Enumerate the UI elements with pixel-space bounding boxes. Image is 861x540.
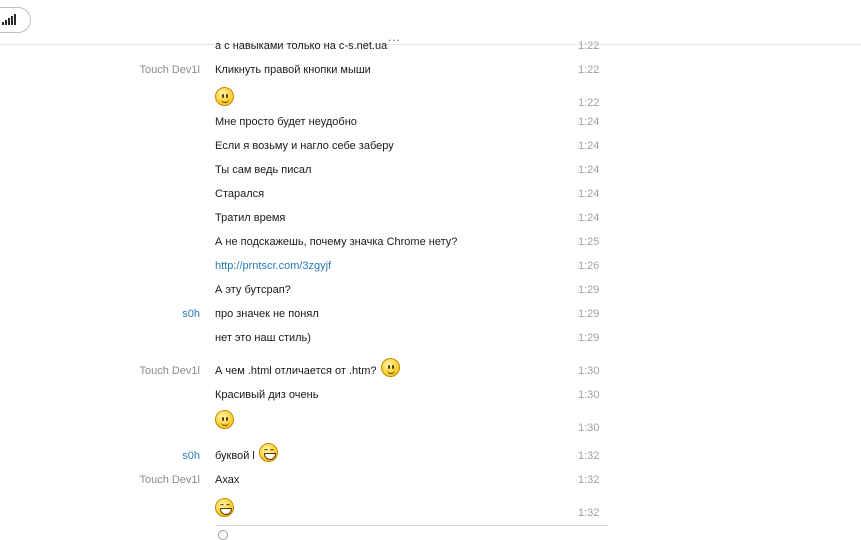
message-timestamp: 1:29 xyxy=(578,284,600,296)
message-timestamp: 1:32 xyxy=(578,507,600,519)
message-timestamp: 1:24 xyxy=(578,116,600,128)
message-text: Красивый диз очень xyxy=(215,389,318,401)
sender-name[interactable]: Touch Dev1l xyxy=(80,365,200,377)
message-body: про значек не понял xyxy=(215,308,319,320)
message-body: буквой l xyxy=(215,450,255,462)
message-timestamp: 1:30 xyxy=(578,422,600,434)
message-timestamp: 1:24 xyxy=(578,140,600,152)
message-body: нет это наш стиль) xyxy=(215,332,311,344)
emoticon-picker-icon[interactable] xyxy=(218,530,228,540)
message-text: А эту бутсрап? xyxy=(215,284,291,296)
message-body: Ты сам ведь писал xyxy=(215,164,312,176)
message-body: Красивый диз очень xyxy=(215,389,319,401)
message-body: А чем .html отличается от .htm? xyxy=(215,365,377,377)
message-timestamp: 1:29 xyxy=(578,332,600,344)
sender-name[interactable]: s0h xyxy=(80,308,200,320)
message-text: Если я возьму и нагло себе заберу xyxy=(215,140,394,152)
message-body: Если я возьму и нагло себе заберу xyxy=(215,140,394,152)
message-text: Ты сам ведь писал xyxy=(215,164,311,176)
message-text xyxy=(215,498,234,517)
sender-name[interactable]: Touch Dev1l xyxy=(80,474,200,486)
message-text: нет это наш стиль) xyxy=(215,332,311,344)
more-icon[interactable]: ... xyxy=(388,30,401,44)
smile-icon xyxy=(215,87,234,106)
sender-name[interactable]: s0h xyxy=(80,450,200,462)
grin-icon xyxy=(258,442,278,462)
message-list[interactable]: а с навыками только на c-s.net.ua 1:22 Tou… xyxy=(0,32,861,534)
message-text: а с навыками только на c-s.net.ua xyxy=(215,40,387,52)
message-body: Ахах xyxy=(215,474,240,486)
message-timestamp: 1:32 xyxy=(578,474,600,486)
message-text: Ахах xyxy=(215,474,239,486)
message-timestamp: 1:22 xyxy=(578,97,600,109)
message-timestamp: 1:24 xyxy=(578,188,600,200)
message-body: А эту бутсрап? xyxy=(215,284,291,296)
sender-name[interactable]: Touch Dev1l xyxy=(80,64,200,76)
message-text xyxy=(215,410,234,429)
message-body: Старался xyxy=(215,188,265,200)
message-body[interactable]: http://prntscr.com/3zgyjf xyxy=(215,260,331,272)
call-quality-button[interactable] xyxy=(0,7,31,33)
message-text: Тратил время xyxy=(215,212,285,224)
message-text: Кликнуть правой кнопки мыши xyxy=(215,64,371,76)
message-text: А не подскажешь, почему значка Chrome не… xyxy=(215,236,457,248)
grin-icon xyxy=(215,498,234,517)
message-timestamp: 1:26 xyxy=(578,260,600,272)
message-text: Мне просто будет неудобно xyxy=(215,116,357,128)
message-body: Мне просто будет неудобно xyxy=(215,116,357,128)
smile-icon xyxy=(215,410,234,429)
message-timestamp: 1:32 xyxy=(578,450,600,462)
message-text: про значек не понял xyxy=(215,308,319,320)
message-timestamp: 1:22 xyxy=(578,64,600,76)
message-text: Старался xyxy=(215,188,264,200)
message-timestamp: 1:30 xyxy=(578,365,600,377)
message-timestamp: 1:22 xyxy=(578,40,600,52)
message-text xyxy=(215,87,234,106)
message-body: Тратил время xyxy=(215,212,286,224)
compose-divider xyxy=(215,525,609,526)
smile-icon xyxy=(380,357,400,377)
message-body: а с навыками только на c-s.net.ua xyxy=(215,40,388,52)
message-text: А чем .html отличается от .htm? xyxy=(215,357,400,377)
message-timestamp: 1:29 xyxy=(578,308,600,320)
message-body: Кликнуть правой кнопки мыши xyxy=(215,64,371,76)
message-text: буквой l xyxy=(215,442,278,462)
message-body: А не подскажешь, почему значка Chrome не… xyxy=(215,236,458,248)
message-timestamp: 1:24 xyxy=(578,212,600,224)
message-link[interactable]: http://prntscr.com/3zgyjf xyxy=(215,260,331,272)
message-timestamp: 1:24 xyxy=(578,164,600,176)
message-timestamp: 1:25 xyxy=(578,236,600,248)
message-timestamp: 1:30 xyxy=(578,389,600,401)
